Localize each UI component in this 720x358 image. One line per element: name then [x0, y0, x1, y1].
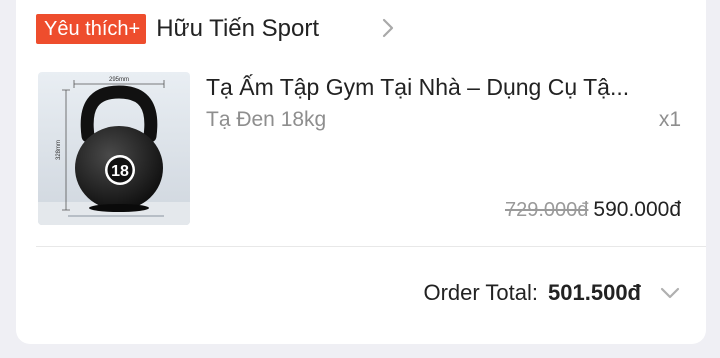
product-title[interactable]: Tạ Ấm Tập Gym Tại Nhà – Dụng Cụ Tậ...: [206, 72, 684, 102]
weight-number-label: 18: [111, 163, 129, 180]
chevron-down-icon[interactable]: [659, 286, 681, 300]
product-variant: Tạ Đen 18kg: [206, 108, 327, 131]
product-quantity: x1: [658, 108, 681, 131]
chevron-right-icon[interactable]: [380, 17, 396, 39]
order-card: Yêu thích+ Hữu Tiến Sport 295mm 328mm 18…: [16, 0, 706, 344]
shop-header[interactable]: Yêu thích+ Hữu Tiến Sport: [36, 13, 319, 45]
sale-price: 590.000đ: [593, 198, 681, 221]
shop-name[interactable]: Hữu Tiến Sport: [156, 15, 319, 43]
original-price: 729.000đ: [504, 199, 589, 221]
kettlebell-product-image: 295mm 328mm 18: [38, 72, 190, 225]
favorite-plus-badge: Yêu thích+: [36, 14, 147, 44]
divider: [36, 246, 706, 247]
order-total-value: 501.500đ: [548, 280, 641, 305]
product-thumbnail[interactable]: 295mm 328mm 18: [38, 72, 190, 225]
height-dimension-label: 328mm: [56, 140, 62, 160]
price-row: 729.000đ 590.000đ: [505, 198, 681, 222]
order-total-label: Order Total:: [423, 280, 539, 305]
width-dimension-label: 295mm: [109, 77, 129, 83]
order-total-row[interactable]: Order Total: 501.500đ: [423, 280, 681, 306]
